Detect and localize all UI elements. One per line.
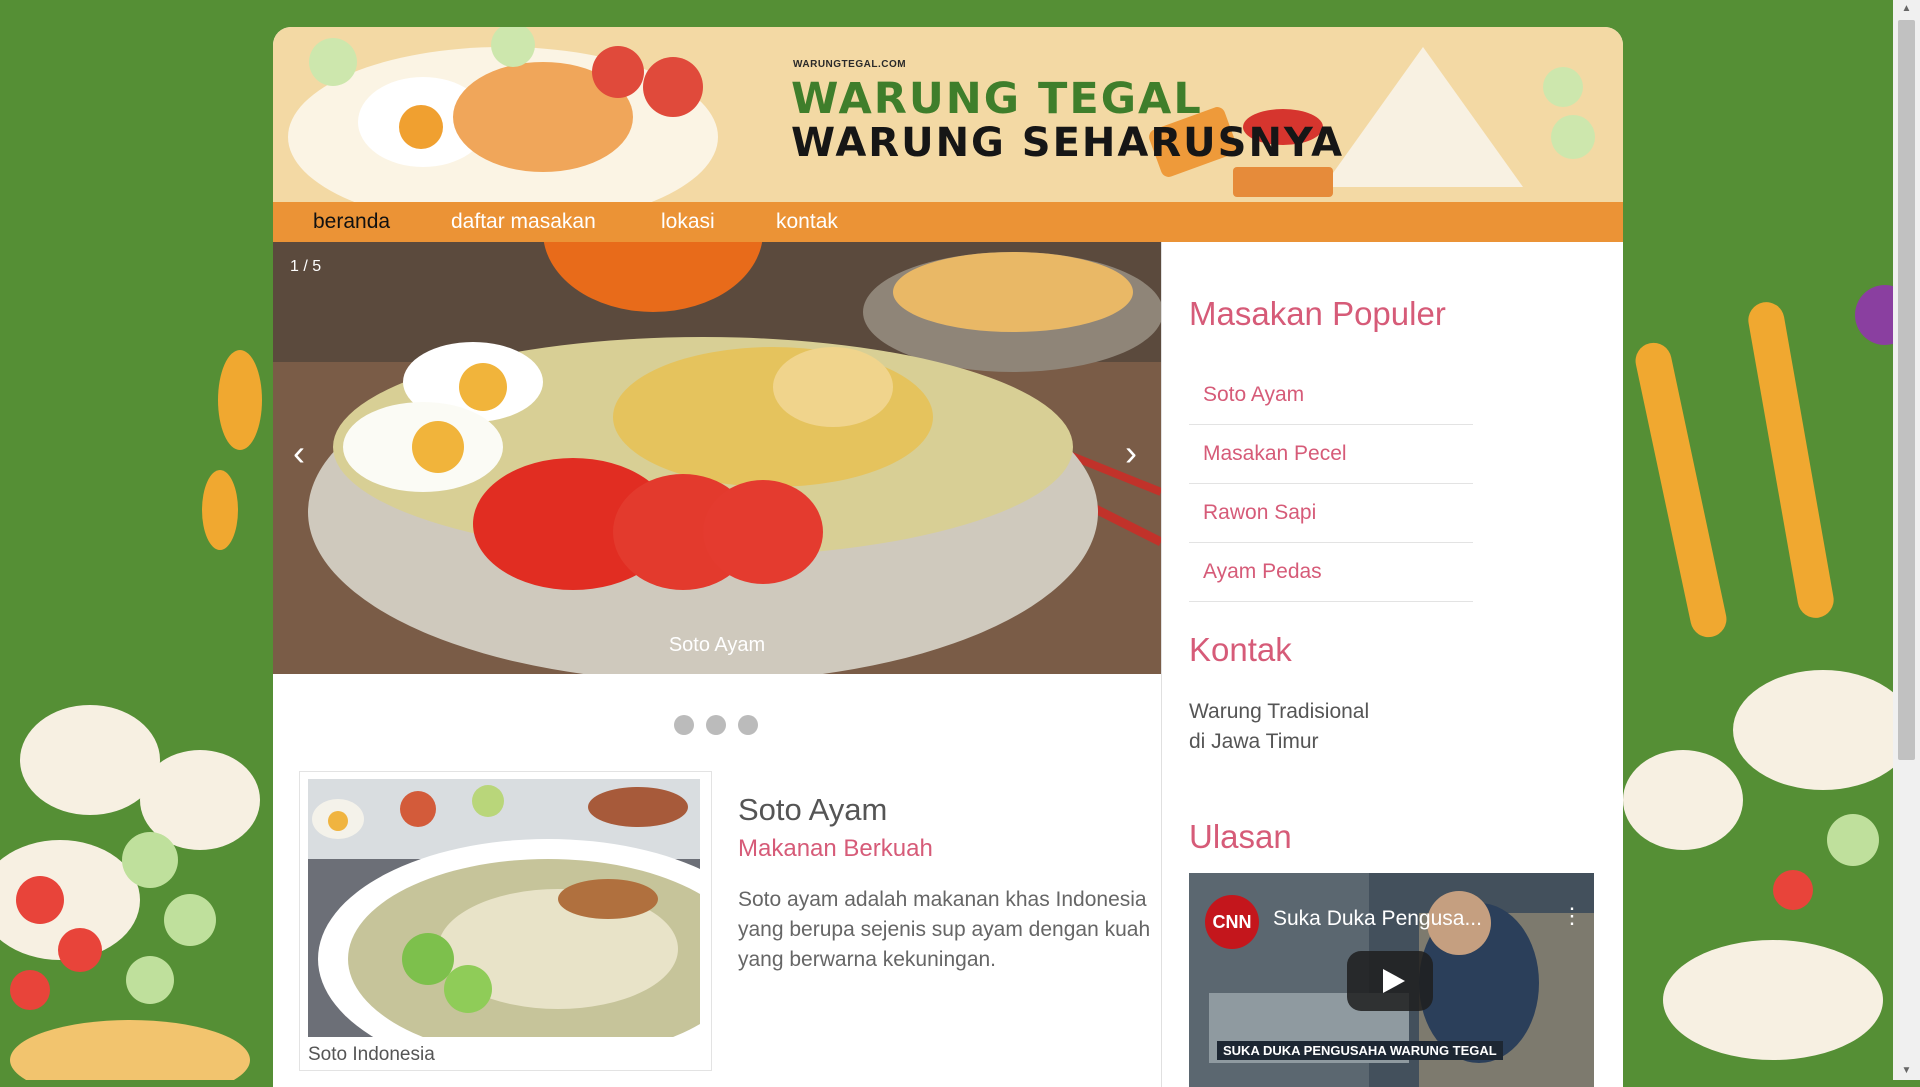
- contact-line-1: Warung Tradisional: [1189, 700, 1370, 723]
- play-icon[interactable]: [1347, 951, 1433, 1011]
- slide-caption: Soto Ayam: [668, 634, 766, 656]
- review-heading: Ulasan: [1189, 818, 1292, 855]
- popular-item-rawon-sapi[interactable]: Rawon Sapi: [1189, 484, 1473, 543]
- channel-logo: CNN: [1205, 895, 1259, 949]
- decorative-food-doodles-left: [0, 350, 262, 1080]
- slider-dots: [674, 715, 770, 740]
- nav-item-kontak[interactable]: kontak: [776, 202, 838, 242]
- slider-prev-button[interactable]: ‹: [293, 432, 305, 474]
- decorative-food-doodles-right: [1623, 285, 1893, 1060]
- slider-next-button[interactable]: ›: [1125, 432, 1137, 474]
- column-divider: [1161, 242, 1162, 1087]
- page-container: WARUNGTEGAL.COM WARUNG TEGAL WARUNG SEHA…: [273, 27, 1623, 1087]
- site-subtitle: WARUNG SEHARUSNYA: [791, 120, 1345, 166]
- nav-item-beranda[interactable]: beranda: [313, 202, 390, 242]
- main-nav: beranda daftar masakan lokasi kontak: [273, 202, 1623, 242]
- popular-item-ayam-pedas[interactable]: Ayam Pedas: [1189, 543, 1473, 602]
- popular-item-soto-ayam[interactable]: Soto Ayam: [1189, 366, 1473, 425]
- more-options-icon[interactable]: ⋮: [1561, 903, 1583, 929]
- video-lower-third: SUKA DUKA PENGUSAHA WARUNG TEGAL: [1217, 1041, 1503, 1060]
- slide-image-soto-ayam: [273, 242, 1161, 674]
- popular-list: Soto Ayam Masakan Pecel Rawon Sapi Ayam …: [1189, 366, 1473, 602]
- article-image-card: Soto Indonesia: [299, 771, 712, 1071]
- scroll-down-icon[interactable]: ▼: [1893, 1062, 1920, 1080]
- article-title: Soto Ayam: [738, 792, 888, 827]
- nav-item-lokasi[interactable]: lokasi: [661, 202, 715, 242]
- contact-heading: Kontak: [1189, 631, 1292, 668]
- video-title: Suka Duka Pengusa...: [1273, 907, 1482, 930]
- slider-dot[interactable]: [674, 715, 694, 735]
- header-banner: WARUNGTEGAL.COM WARUNG TEGAL WARUNG SEHA…: [273, 27, 1623, 202]
- slider-dot[interactable]: [738, 715, 758, 735]
- site-title: WARUNG TEGAL: [791, 74, 1203, 124]
- slide-counter: 1 / 5: [290, 258, 322, 275]
- article-text: Soto ayam adalah makanan khas Indonesia …: [738, 888, 1151, 971]
- scroll-up-icon[interactable]: ▲: [1893, 0, 1920, 18]
- slider-dot[interactable]: [706, 715, 726, 735]
- popular-heading: Masakan Populer: [1189, 295, 1446, 332]
- image-slider: 1 / 5 ‹ › Soto Ayam: [273, 242, 1161, 674]
- popular-item-masakan-pecel[interactable]: Masakan Pecel: [1189, 425, 1473, 484]
- review-video-embed[interactable]: CNN Suka Duka Pengusa... ⋮ SUKA DUKA PEN…: [1189, 873, 1594, 1087]
- article-subtitle: Makanan Berkuah: [738, 835, 933, 862]
- article-photo: [308, 779, 700, 1037]
- article-image-caption: Soto Indonesia: [308, 1044, 435, 1065]
- scroll-thumb[interactable]: [1898, 20, 1915, 760]
- nav-item-daftar-masakan[interactable]: daftar masakan: [451, 202, 596, 242]
- contact-line-2: di Jawa Timur: [1189, 730, 1319, 753]
- page-scrollbar[interactable]: ▲ ▼: [1893, 0, 1920, 1080]
- site-url: WARUNGTEGAL.COM: [793, 59, 907, 70]
